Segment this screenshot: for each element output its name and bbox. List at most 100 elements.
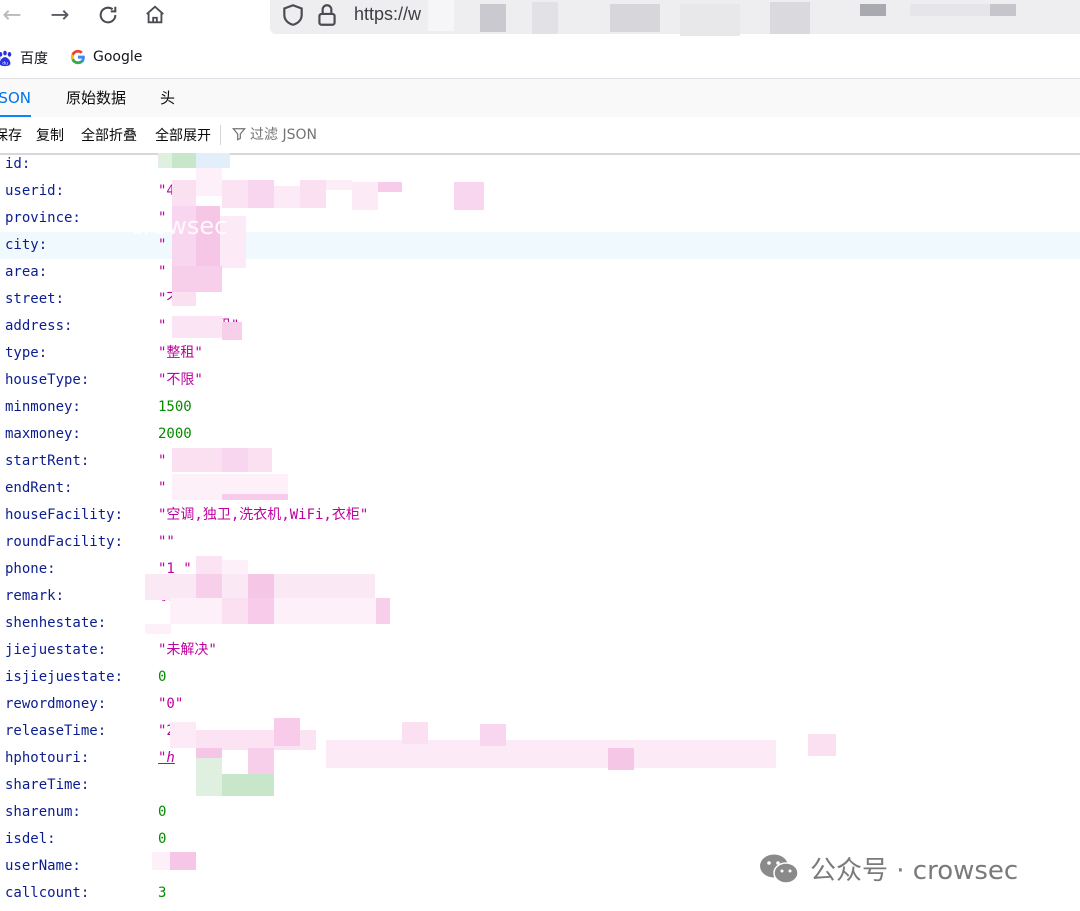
redacted-url-block — [480, 4, 506, 32]
browser-navbar: ← → https://w ☆ — [0, 0, 1080, 36]
baidu-icon: du — [0, 50, 12, 66]
redacted-url-block — [770, 2, 810, 34]
json-row[interactable]: roundFacility: "" — [0, 529, 1080, 556]
redacted-url-block — [860, 4, 886, 16]
json-row[interactable]: address:" 两室求租" — [0, 313, 1080, 340]
json-value: "未解决" — [158, 642, 217, 658]
json-key: releaseTime: — [5, 723, 107, 739]
forward-button[interactable]: → — [40, 0, 80, 30]
reload-button[interactable] — [88, 0, 128, 30]
json-key: city: — [5, 237, 48, 253]
bookmark-google[interactable]: Google — [69, 48, 142, 66]
bookmarks-toolbar: du 百度 Google — [0, 36, 1080, 79]
wechat-icon — [760, 854, 799, 884]
viewer-tabs: JSON 原始数据 头 — [0, 79, 1080, 118]
save-button[interactable]: 保存 — [0, 125, 22, 145]
json-key: type: — [5, 345, 48, 361]
json-key: phone: — [5, 561, 56, 577]
home-icon — [146, 5, 164, 24]
filter-json-input[interactable]: 过滤 JSON — [232, 124, 317, 144]
json-row[interactable]: street: "不 — [0, 286, 1080, 313]
json-row[interactable]: maxmoney: 2000 — [0, 421, 1080, 448]
json-key: maxmoney: — [5, 426, 81, 442]
json-row[interactable]: area: " — [0, 259, 1080, 286]
json-row[interactable]: userid:"4 " — [0, 178, 1080, 205]
json-row[interactable]: type: "整租" — [0, 340, 1080, 367]
json-value: 1500 — [158, 399, 192, 415]
json-row[interactable]: shareTime: — [0, 772, 1080, 799]
redacted-url-block — [680, 4, 740, 36]
json-value: " — [158, 264, 167, 280]
json-value: "" — [158, 534, 175, 550]
json-tree: id: userid:"4 " province: " city: " area: " stre… — [0, 151, 1080, 907]
json-row[interactable]: rewordmoney: "0" — [0, 691, 1080, 718]
redacted-url-block — [910, 4, 990, 16]
tab-raw-data[interactable]: 原始数据 — [66, 79, 126, 117]
json-row[interactable]: houseType: "不限" — [0, 367, 1080, 394]
expand-all-button[interactable]: 全部展开 — [155, 125, 211, 145]
json-value: 3 — [158, 885, 167, 901]
redacted-url — [428, 0, 454, 31]
json-row[interactable]: jiejuestate: "未解决" — [0, 637, 1080, 664]
redacted-url-block — [610, 4, 660, 32]
json-key: sharenum: — [5, 804, 81, 820]
json-key: houseFacility: — [5, 507, 124, 523]
redacted-url-block — [990, 4, 1016, 16]
filter-icon — [232, 128, 246, 141]
json-value: 0 — [158, 804, 167, 820]
json-key: endRent: — [5, 480, 73, 496]
json-row[interactable]: isjiejuestate: 0 — [0, 664, 1080, 691]
json-row[interactable]: startRent: " — [0, 448, 1080, 475]
json-key: province: — [5, 210, 81, 226]
json-value: 2000 — [158, 426, 192, 442]
json-value: "整租" — [158, 345, 203, 361]
json-key: id: — [5, 156, 31, 172]
json-key: jiejuestate: — [5, 642, 107, 658]
json-value: "空调,独卫,洗衣机,WiFi,衣柜" — [158, 507, 369, 523]
collapse-all-button[interactable]: 全部折叠 — [81, 125, 137, 145]
json-key: remark: — [5, 588, 65, 604]
json-row[interactable]: houseFacility: "空调,独卫,洗衣机,WiFi,衣柜" — [0, 502, 1080, 529]
json-key: startRent: — [5, 453, 90, 469]
json-value: "不限" — [158, 372, 203, 388]
json-key: shareTime: — [5, 777, 90, 793]
json-key: houseType: — [5, 372, 90, 388]
google-icon — [70, 49, 85, 65]
svg-text:du: du — [2, 60, 8, 66]
json-row[interactable]: isdel: 0 — [0, 826, 1080, 853]
copy-button[interactable]: 复制 — [36, 125, 64, 145]
json-value: "0" — [158, 696, 184, 712]
json-row[interactable]: sharenum: 0 — [0, 799, 1080, 826]
json-value: " — [158, 480, 167, 496]
json-key: userName: — [5, 858, 81, 874]
bookmark-label: Google — [93, 49, 143, 65]
json-value: 0 — [158, 831, 167, 847]
back-button[interactable]: ← — [0, 0, 32, 30]
lock-icon[interactable] — [314, 2, 340, 28]
filter-placeholder: 过滤 JSON — [250, 127, 317, 143]
json-row[interactable]: minmoney: 1500 — [0, 394, 1080, 421]
json-key: area: — [5, 264, 48, 280]
shield-icon[interactable] — [280, 2, 306, 28]
address-bar[interactable]: https://w ☆ — [270, 0, 1080, 36]
json-key: userid: — [5, 183, 65, 199]
json-key: isdel: — [5, 831, 56, 847]
json-value[interactable]: "h — [158, 745, 175, 772]
json-value: " — [158, 453, 167, 469]
tab-json[interactable]: JSON — [0, 79, 31, 117]
tab-headers[interactable]: 头 — [160, 79, 175, 117]
json-key: callcount: — [5, 885, 90, 901]
home-button[interactable] — [135, 0, 175, 30]
bookmark-label: 百度 — [20, 51, 48, 67]
ghost-watermark: crowsec — [130, 212, 228, 240]
redacted-url-block — [532, 2, 558, 34]
toolbar-separator — [220, 125, 221, 145]
json-key: hphotouri: — [5, 750, 90, 766]
wechat-watermark: 公众号 · crowsec — [758, 850, 1018, 887]
bookmark-baidu[interactable]: du 百度 — [0, 48, 48, 68]
json-row[interactable]: endRent: " — [0, 475, 1080, 502]
json-key: roundFacility: — [5, 534, 124, 550]
json-key: isjiejuestate: — [5, 669, 124, 685]
watermark-text: 公众号 · crowsec — [810, 856, 1019, 886]
json-key: minmoney: — [5, 399, 81, 415]
